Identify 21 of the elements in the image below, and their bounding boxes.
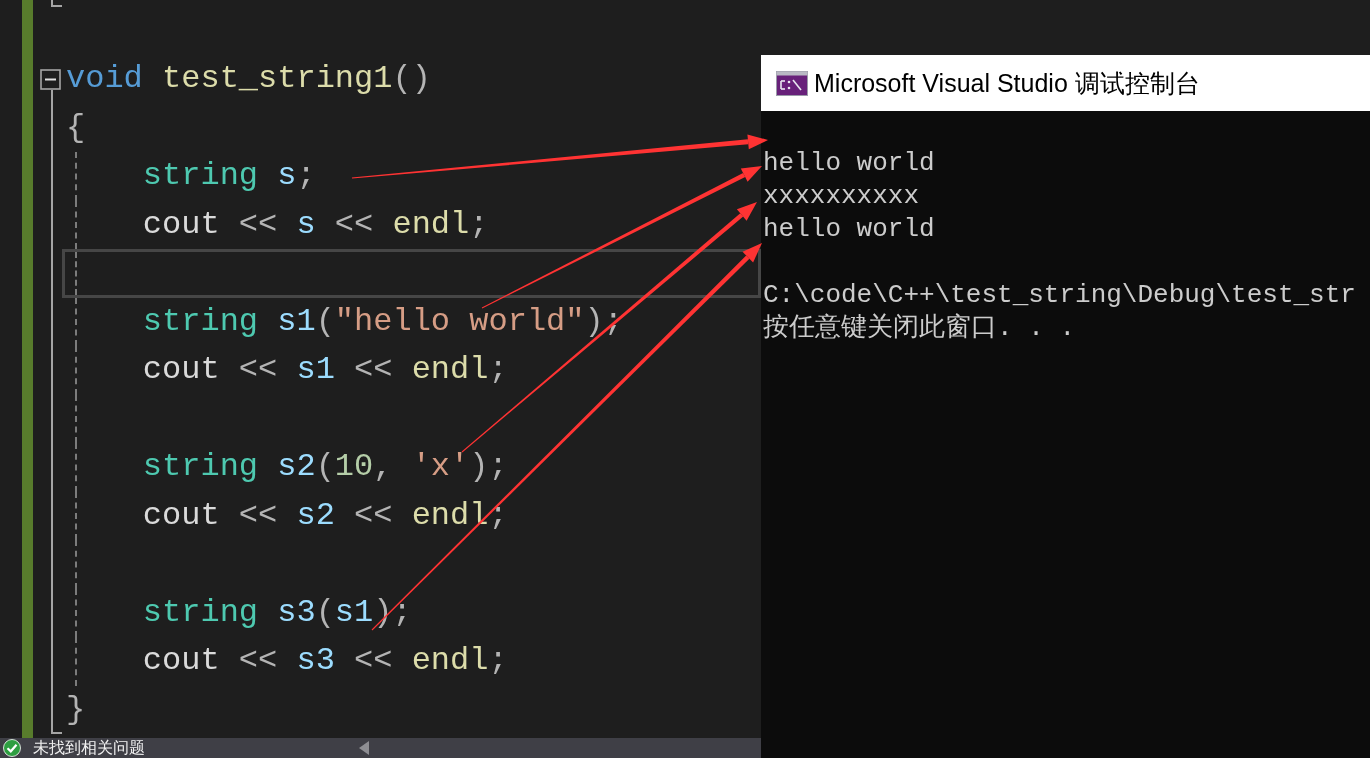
code-line: cout << s1 << endl; — [142, 351, 508, 390]
code-line: string s2(10, 'x'); — [142, 448, 508, 487]
console-output-line: hello world — [763, 147, 935, 178]
status-message: 未找到相关问题 — [33, 739, 145, 757]
code-line: string s; — [142, 157, 316, 196]
code-line: string s1("hello world"); — [142, 302, 623, 341]
code-line: cout << s << endl; — [142, 205, 489, 244]
code-line: } — [66, 690, 86, 729]
code-line: void test_string1() — [66, 60, 431, 99]
collapse-icon[interactable] — [40, 69, 61, 90]
console-app-icon — [776, 70, 808, 96]
scroll-left-icon[interactable] — [359, 741, 369, 755]
console-output-line: 按任意键关闭此窗口. . . — [763, 312, 1075, 343]
console-output-line: C:\code\C++\test_string\Debug\test_str — [763, 279, 1356, 310]
window-title: Microsoft Visual Studio 调试控制台 — [814, 67, 1200, 99]
code-line: cout << s3 << endl; — [142, 642, 508, 681]
code-line: { — [66, 108, 86, 147]
check-circle-icon — [3, 739, 21, 757]
console-output-line: hello world — [763, 213, 935, 244]
console-output-line: xxxxxxxxxx — [763, 180, 920, 211]
code-line: cout << s2 << endl; — [142, 496, 508, 535]
